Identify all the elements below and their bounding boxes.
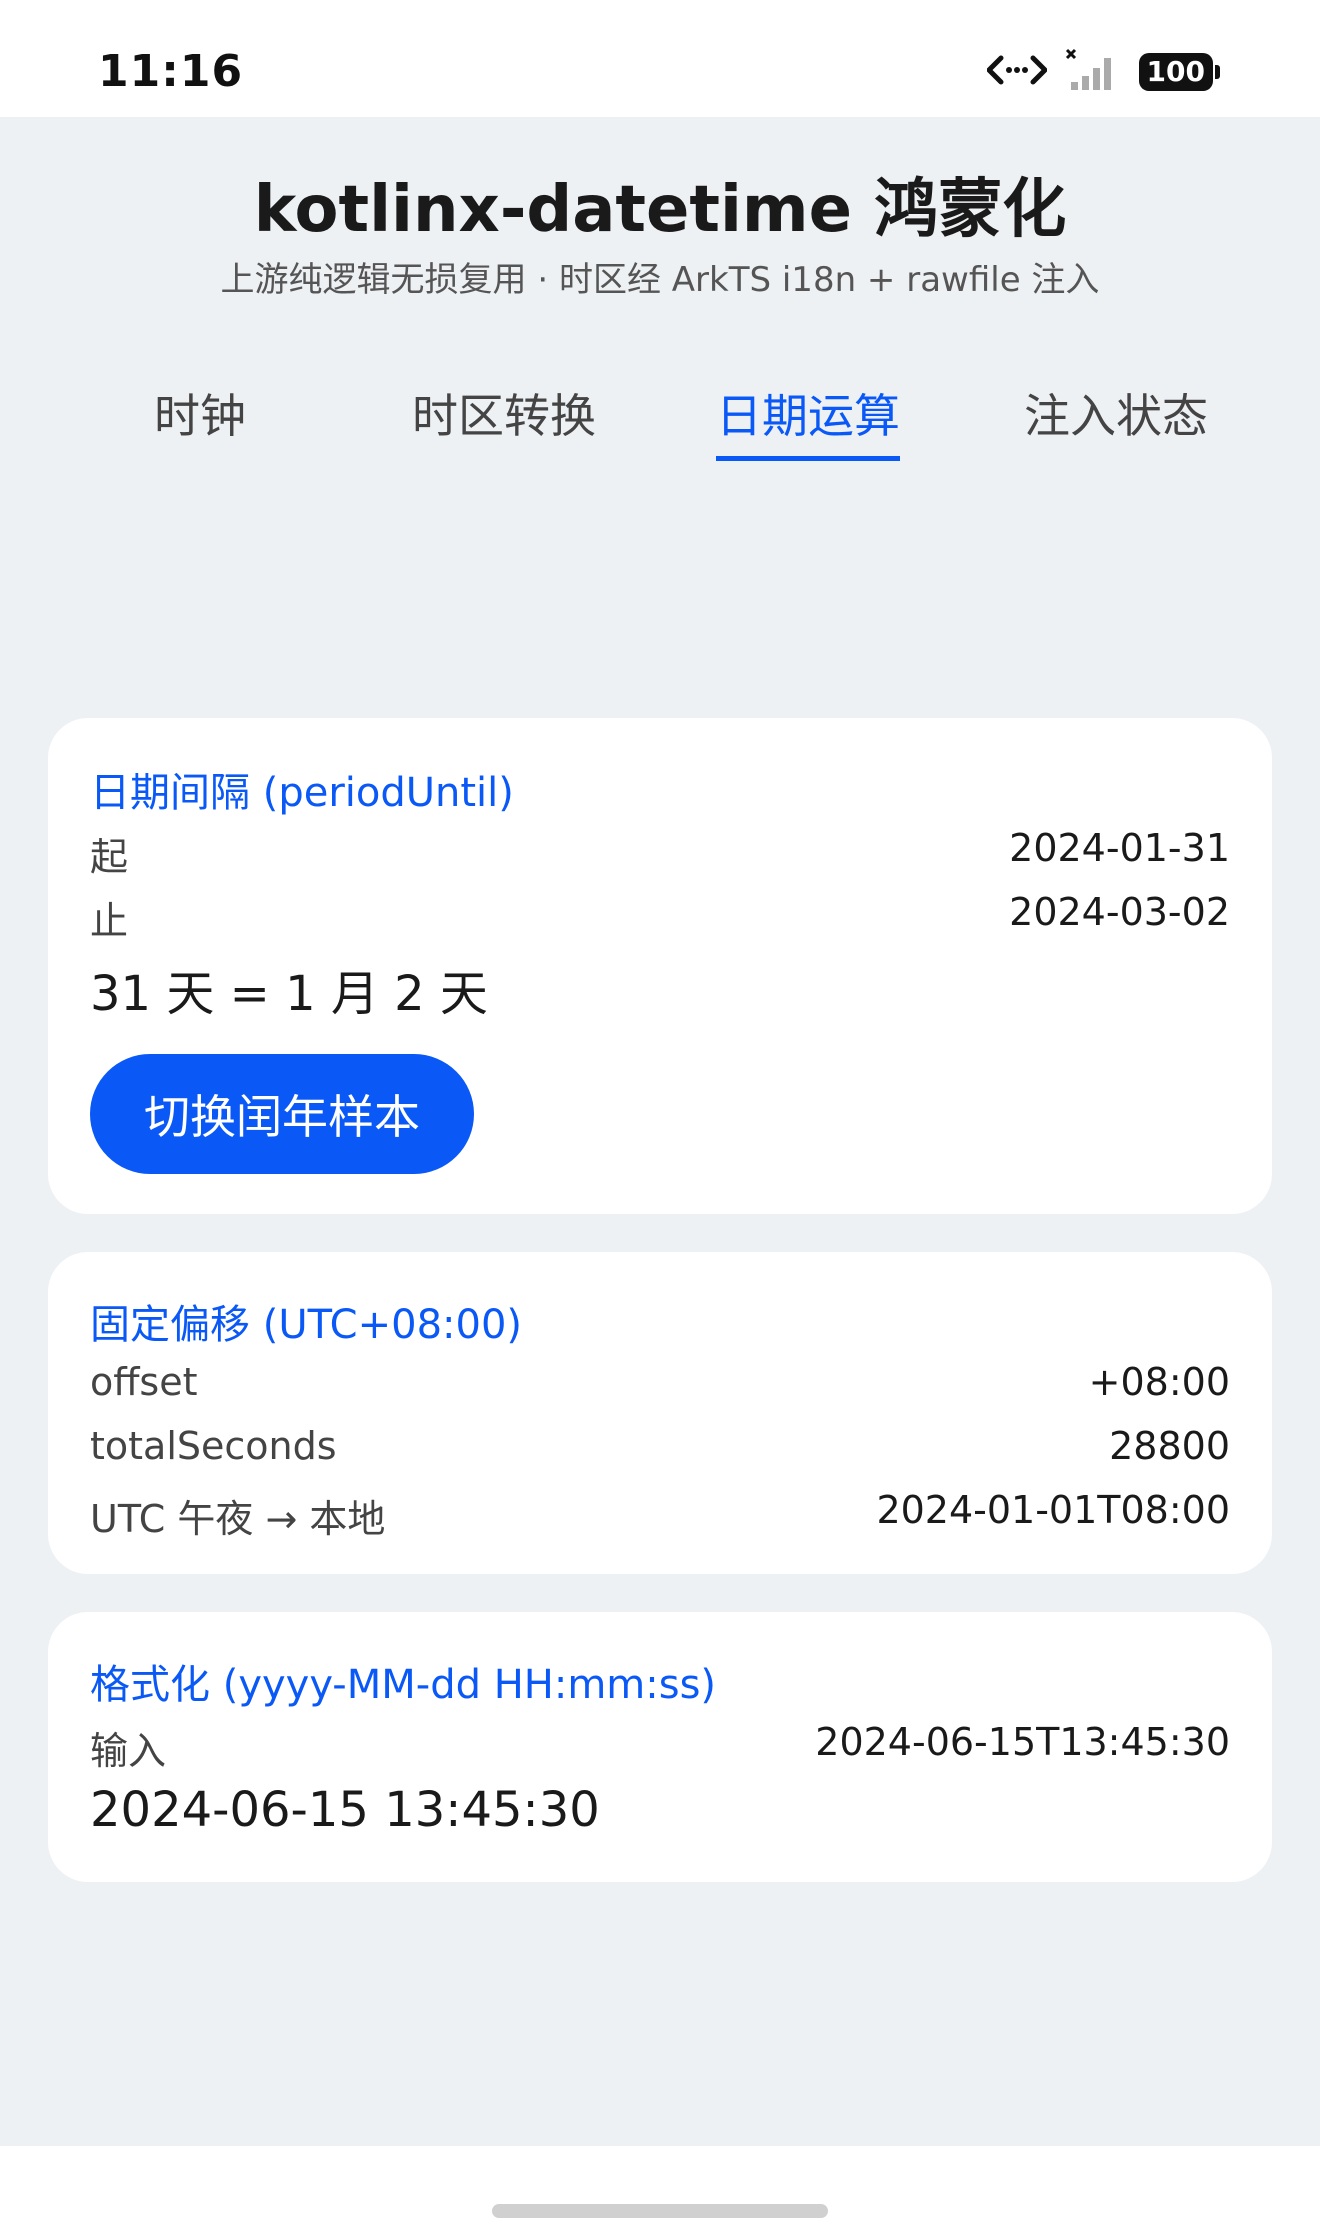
battery-icon: 100 — [1138, 53, 1220, 91]
home-indicator[interactable] — [492, 2204, 828, 2218]
format-input-value: 2024-06-15T13:45:30 — [815, 1720, 1230, 1764]
offset-card-title: 固定偏移 (UTC+08:00) — [90, 1302, 523, 1348]
end-label: 止 — [90, 899, 129, 943]
period-card-title: 日期间隔 (periodUntil) — [90, 770, 514, 816]
bottom-bar — [0, 2146, 1320, 2232]
utc-midnight-value: 2024-01-01T08:00 — [876, 1488, 1230, 1532]
offset-value: +08:00 — [1088, 1360, 1230, 1404]
period-result: 31 天 = 1 月 2 天 — [90, 966, 488, 1022]
tab-timezone-convert[interactable]: 时区转换 — [412, 380, 596, 456]
period-card: 日期间隔 (periodUntil) 起 2024-01-31 止 2024-0… — [48, 718, 1272, 1214]
signal-icon — [1065, 48, 1121, 96]
format-input-label: 输入 — [90, 1729, 167, 1773]
toggle-leap-year-button[interactable]: 切换闰年样本 — [90, 1054, 474, 1174]
status-bar: 11:16 100 — [0, 0, 1320, 117]
offset-card: 固定偏移 (UTC+08:00) offset +08:00 totalSeco… — [48, 1252, 1272, 1574]
tab-injection-status[interactable]: 注入状态 — [1024, 380, 1208, 456]
battery-level: 100 — [1138, 53, 1213, 91]
total-seconds-value: 28800 — [1109, 1424, 1230, 1468]
format-result: 2024-06-15 13:45:30 — [90, 1782, 600, 1838]
offset-label: offset — [90, 1360, 198, 1404]
app-title: kotlinx-datetime 鸿蒙化 — [253, 173, 1067, 247]
start-label: 起 — [90, 835, 129, 879]
app-subtitle: 上游纯逻辑无损复用 · 时区经 ArkTS i18n + rawfile 注入 — [220, 260, 1100, 300]
tab-date-arithmetic[interactable]: 日期运算 — [716, 380, 900, 461]
end-value: 2024-03-02 — [1009, 890, 1230, 934]
total-seconds-label: totalSeconds — [90, 1424, 337, 1468]
status-icons: 100 — [986, 48, 1220, 96]
tab-clock[interactable]: 时钟 — [154, 380, 246, 456]
format-card-title: 格式化 (yyyy-MM-dd HH:mm:ss) — [90, 1662, 717, 1708]
start-value: 2024-01-31 — [1009, 826, 1230, 870]
tab-bar: 时钟 时区转换 日期运算 注入状态 — [100, 380, 1220, 461]
status-time: 11:16 — [98, 46, 244, 97]
network-icon — [986, 50, 1048, 94]
format-card: 格式化 (yyyy-MM-dd HH:mm:ss) 输入 2024-06-15T… — [48, 1612, 1272, 1882]
utc-midnight-label: UTC 午夜 → 本地 — [90, 1497, 386, 1541]
